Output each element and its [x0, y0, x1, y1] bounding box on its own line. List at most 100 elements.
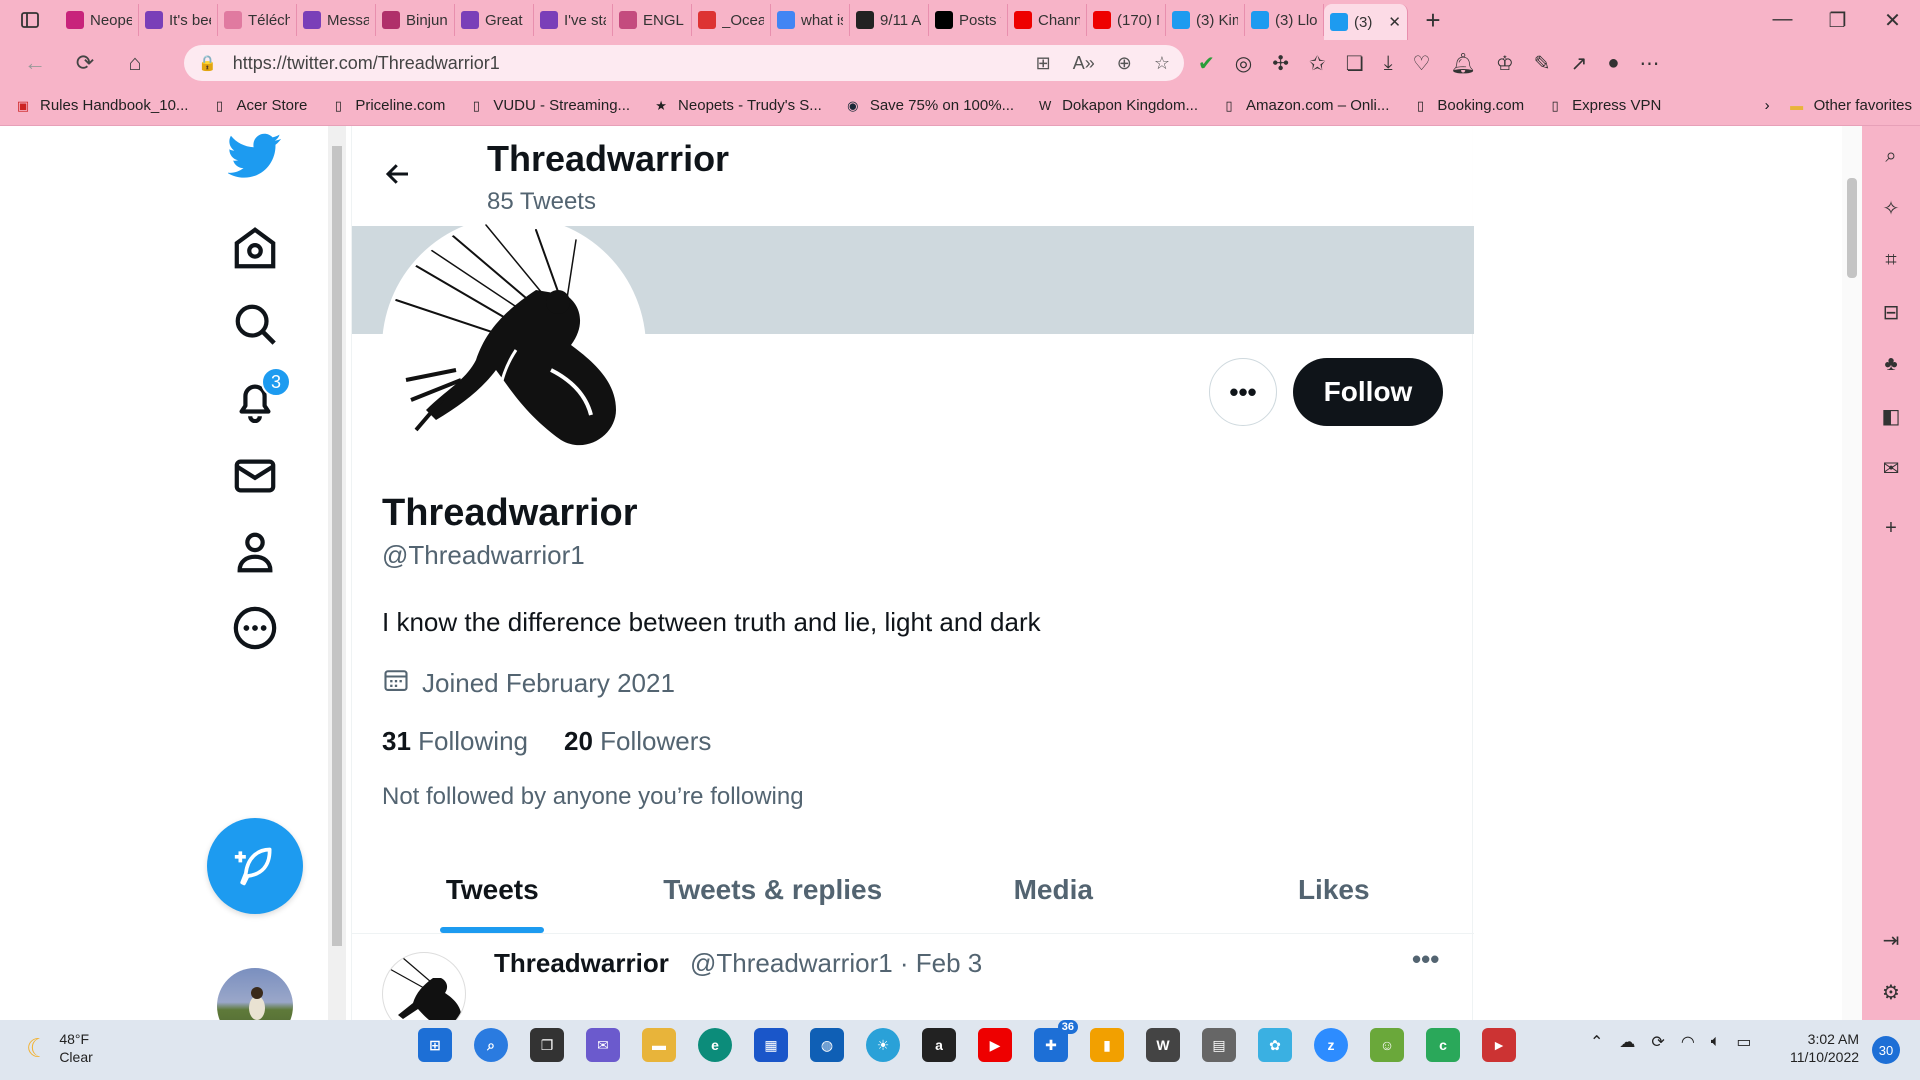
browser-tab[interactable]: (3) ✕: [1324, 4, 1408, 40]
tweet-author-avatar[interactable]: [382, 952, 466, 1020]
sidebar-search-icon[interactable]: ⌕: [1862, 136, 1920, 176]
sidebar-add-icon[interactable]: +: [1862, 508, 1920, 548]
weather-app-icon[interactable]: ☀: [866, 1028, 900, 1062]
file-explorer-icon[interactable]: ▬: [642, 1028, 676, 1062]
browser-tab[interactable]: (3) Kim: [1166, 4, 1245, 36]
browser-tab[interactable]: ENGLIS: [613, 4, 692, 36]
other-favorites-folder[interactable]: ▬ Other favorites: [1788, 97, 1912, 115]
task-view-icon[interactable]: ❐: [530, 1028, 564, 1062]
sidebar-office-icon[interactable]: ◧: [1862, 396, 1920, 436]
add-favorite-icon[interactable]: ☆: [1154, 53, 1170, 74]
back-arrow-icon[interactable]: [378, 154, 418, 194]
weather-widget[interactable]: ☾ 48°F Clear: [26, 1030, 93, 1066]
favorite-link[interactable]: W Dokapon Kingdom...: [1036, 97, 1198, 115]
browser-tab[interactable]: It's been: [139, 4, 218, 36]
back-arrow-icon[interactable]: ←: [10, 43, 60, 83]
messages-envelope-icon[interactable]: [225, 446, 285, 506]
explore-search-icon[interactable]: [225, 294, 285, 354]
browser-tab[interactable]: 9/11 A: [850, 4, 929, 36]
edge-browser-icon[interactable]: e: [698, 1028, 732, 1062]
browser-tab[interactable]: Posts f: [929, 4, 1008, 36]
store-icon[interactable]: ▦: [754, 1028, 788, 1062]
sidebar-tag-icon[interactable]: ⌗: [1862, 240, 1920, 280]
browser-tab[interactable]: Neopets: [60, 4, 139, 36]
feedback-icon[interactable]: ✎: [1534, 51, 1551, 76]
restore-button[interactable]: ❐: [1810, 8, 1865, 33]
favorite-link[interactable]: ▣ Rules Handbook_10...: [14, 97, 189, 115]
favorite-link[interactable]: ▯ Booking.com: [1411, 97, 1524, 115]
follow-button[interactable]: Follow: [1293, 358, 1443, 426]
sync-icon[interactable]: ⟳: [1651, 1032, 1664, 1052]
youtube-icon[interactable]: ▶: [978, 1028, 1012, 1062]
sidebar-settings-icon[interactable]: ⚙: [1862, 972, 1920, 1012]
calculator-icon[interactable]: ▤: [1202, 1028, 1236, 1062]
home-nav-icon[interactable]: [225, 218, 285, 278]
checkmark-extension-icon[interactable]: ✔: [1198, 51, 1215, 76]
wikipedia-icon[interactable]: W: [1146, 1028, 1180, 1062]
volume-icon[interactable]: 🔈︎: [1711, 1033, 1721, 1051]
profile-person-icon[interactable]: [225, 522, 285, 582]
amazon-icon[interactable]: a: [922, 1028, 956, 1062]
home-icon[interactable]: ⌂: [110, 43, 160, 83]
shopping-icon[interactable]: ▮: [1090, 1028, 1124, 1062]
tab-tweets-and-replies[interactable]: Tweets & replies: [633, 846, 914, 933]
sidebar-games-icon[interactable]: ♣: [1862, 344, 1920, 384]
favorite-link[interactable]: ▯ Amazon.com – Onli...: [1220, 97, 1389, 115]
browser-tab[interactable]: Great n: [455, 4, 534, 36]
browser-tab[interactable]: (170) M: [1087, 4, 1166, 36]
collections-icon[interactable]: ❏: [1346, 51, 1364, 76]
favorite-link[interactable]: ★ Neopets - Trudy's S...: [652, 97, 822, 115]
refresh-icon[interactable]: ⟳: [60, 43, 110, 83]
tweet-more-button[interactable]: •••: [1412, 944, 1439, 975]
settings-more-icon[interactable]: ⋯: [1639, 51, 1659, 76]
twitter-logo-icon[interactable]: [225, 126, 285, 186]
chat-icon[interactable]: ✉: [586, 1028, 620, 1062]
tab-tweets[interactable]: Tweets: [352, 846, 633, 933]
tweet-item[interactable]: Threadwarrior @Threadwarrior1 · Feb 3 ••…: [352, 934, 1474, 1020]
browser-tab[interactable]: Binjun: [376, 4, 455, 36]
tweet-author-name[interactable]: Threadwarrior: [494, 948, 669, 979]
notifications-bell-icon[interactable]: 3: [225, 367, 291, 430]
performance-icon[interactable]: ♡: [1413, 51, 1431, 76]
puzzle-icon[interactable]: ✣: [1272, 51, 1289, 76]
browser-tab[interactable]: what is: [771, 4, 850, 36]
taskbar-clock[interactable]: 3:02 AM 11/10/2022: [1790, 1030, 1859, 1066]
search-icon[interactable]: ⌕: [474, 1028, 508, 1062]
start-windows-icon[interactable]: ⊞: [418, 1028, 452, 1062]
rewards-icon[interactable]: ♔: [1496, 51, 1514, 76]
sidebar-hide-icon[interactable]: ⇥: [1862, 920, 1920, 960]
browser-tab[interactable]: _Ocean: [692, 4, 771, 36]
zoom-icon[interactable]: z: [1314, 1028, 1348, 1062]
followers-link[interactable]: 20 Followers: [564, 726, 711, 757]
left-scrollbar[interactable]: [328, 126, 346, 1020]
browser-tab[interactable]: (3) Lloy: [1245, 4, 1324, 36]
following-link[interactable]: 31 Following: [382, 726, 528, 757]
extension-icon[interactable]: ◎: [1235, 51, 1252, 76]
favorites-overflow-chevron-icon[interactable]: ›: [1765, 97, 1770, 114]
profile-avatar-image[interactable]: [382, 216, 646, 480]
wifi-icon[interactable]: ◠: [1681, 1032, 1695, 1052]
new-tab-button[interactable]: +: [1408, 5, 1458, 36]
game-icon[interactable]: ☺: [1370, 1028, 1404, 1062]
paint-icon[interactable]: ✿: [1258, 1028, 1292, 1062]
battery-icon[interactable]: ▭: [1736, 1032, 1751, 1052]
address-bar[interactable]: 🔒 https://twitter.com/Threadwarrior1 ⊞ A…: [184, 45, 1184, 81]
app-available-icon[interactable]: ⊞: [1036, 53, 1051, 74]
close-tab-icon[interactable]: ✕: [1388, 13, 1401, 31]
compose-tweet-button[interactable]: [207, 818, 303, 914]
cricut-icon[interactable]: c: [1426, 1028, 1460, 1062]
tab-actions-icon[interactable]: [0, 0, 60, 40]
favorites-icon[interactable]: ✩: [1309, 51, 1326, 76]
downloads-icon[interactable]: ⤓: [1384, 52, 1393, 75]
sidebar-discover-icon[interactable]: ✧: [1862, 188, 1920, 228]
favorite-link[interactable]: ▯ VUDU - Streaming...: [467, 97, 630, 115]
browser-tab[interactable]: Messag: [297, 4, 376, 36]
page-scrollbar[interactable]: [1842, 126, 1862, 1020]
tab-likes[interactable]: Likes: [1194, 846, 1475, 933]
favorite-link[interactable]: ◉ Save 75% on 100%...: [844, 97, 1014, 115]
profile-more-button[interactable]: •••: [1209, 358, 1277, 426]
sidebar-outlook-icon[interactable]: ✉: [1862, 448, 1920, 488]
more-circle-icon[interactable]: [225, 598, 285, 658]
browser-tab[interactable]: Channe: [1008, 4, 1087, 36]
teams-icon[interactable]: ✚ 36: [1034, 1020, 1078, 1062]
